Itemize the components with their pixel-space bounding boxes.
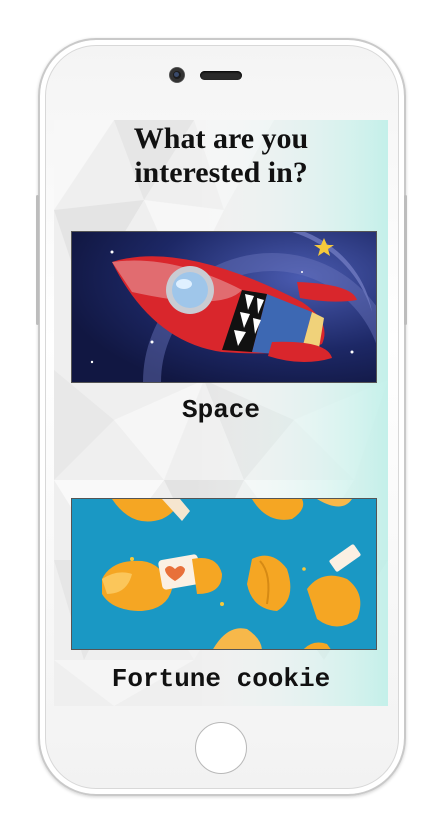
earpiece-speaker <box>200 71 242 80</box>
option-label-space[interactable]: Space <box>54 395 388 425</box>
fortune-cookie-option-image[interactable] <box>71 498 377 650</box>
power-button <box>404 195 407 325</box>
option-label-fortune-cookie[interactable]: Fortune cookie <box>54 664 388 694</box>
front-camera <box>170 68 184 82</box>
title-line-1: What are you <box>133 122 309 155</box>
volume-button <box>36 195 39 325</box>
title-line-2: interested in? <box>134 156 308 189</box>
page-title: What are you interested in? <box>54 122 388 190</box>
rocket-illustration <box>72 232 376 382</box>
space-option-image[interactable] <box>71 231 377 383</box>
fortune-cookies-illustration <box>72 499 376 649</box>
home-button[interactable] <box>195 722 247 774</box>
app-screen: What are you interested in? Space Fortun… <box>54 120 388 706</box>
